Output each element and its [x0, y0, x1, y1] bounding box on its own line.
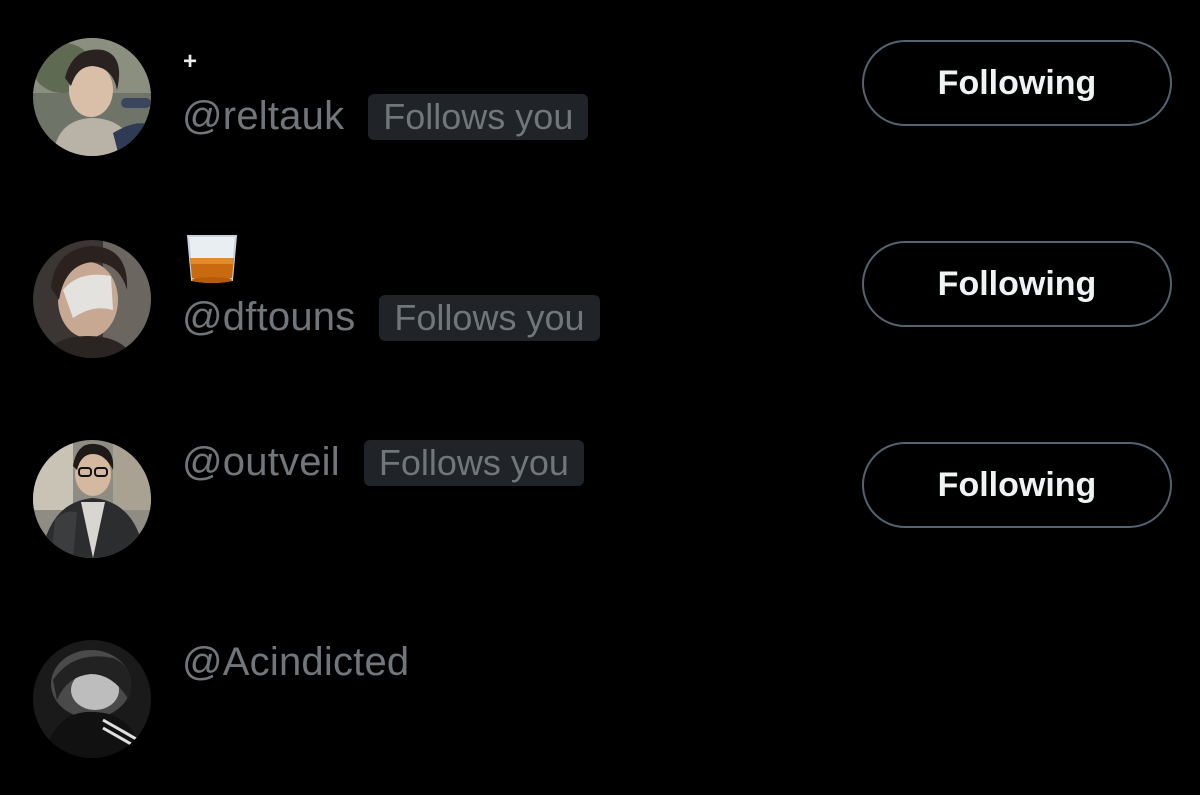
handle-line: @reltauk Follows you [182, 92, 589, 140]
avatar[interactable] [33, 38, 151, 156]
username[interactable]: @reltauk [182, 94, 344, 139]
username[interactable]: @Acindicted [182, 640, 409, 685]
following-button[interactable]: Following [862, 40, 1172, 126]
follows-you-badge: Follows you [379, 295, 600, 341]
username[interactable]: @outveil [182, 440, 340, 485]
whiskey-glass-emoji [186, 235, 238, 283]
avatar[interactable] [33, 440, 151, 558]
handle-line: @outveil Follows you [182, 438, 584, 486]
follows-you-badge: Follows you [368, 94, 589, 140]
avatar-photo [33, 640, 151, 758]
avatar-photo [33, 240, 151, 358]
avatar-photo [33, 440, 151, 558]
username[interactable]: @dftouns [182, 295, 355, 340]
display-name: + [183, 48, 198, 75]
avatar-photo [33, 38, 151, 156]
follows-you-badge: Follows you [363, 440, 584, 486]
avatar[interactable] [33, 640, 151, 758]
handle-line: @Acindicted [182, 638, 409, 686]
following-button[interactable]: Following [862, 442, 1172, 528]
avatar[interactable] [33, 240, 151, 358]
handle-line: @dftouns Follows you [182, 293, 600, 341]
following-button[interactable]: Following [862, 241, 1172, 327]
